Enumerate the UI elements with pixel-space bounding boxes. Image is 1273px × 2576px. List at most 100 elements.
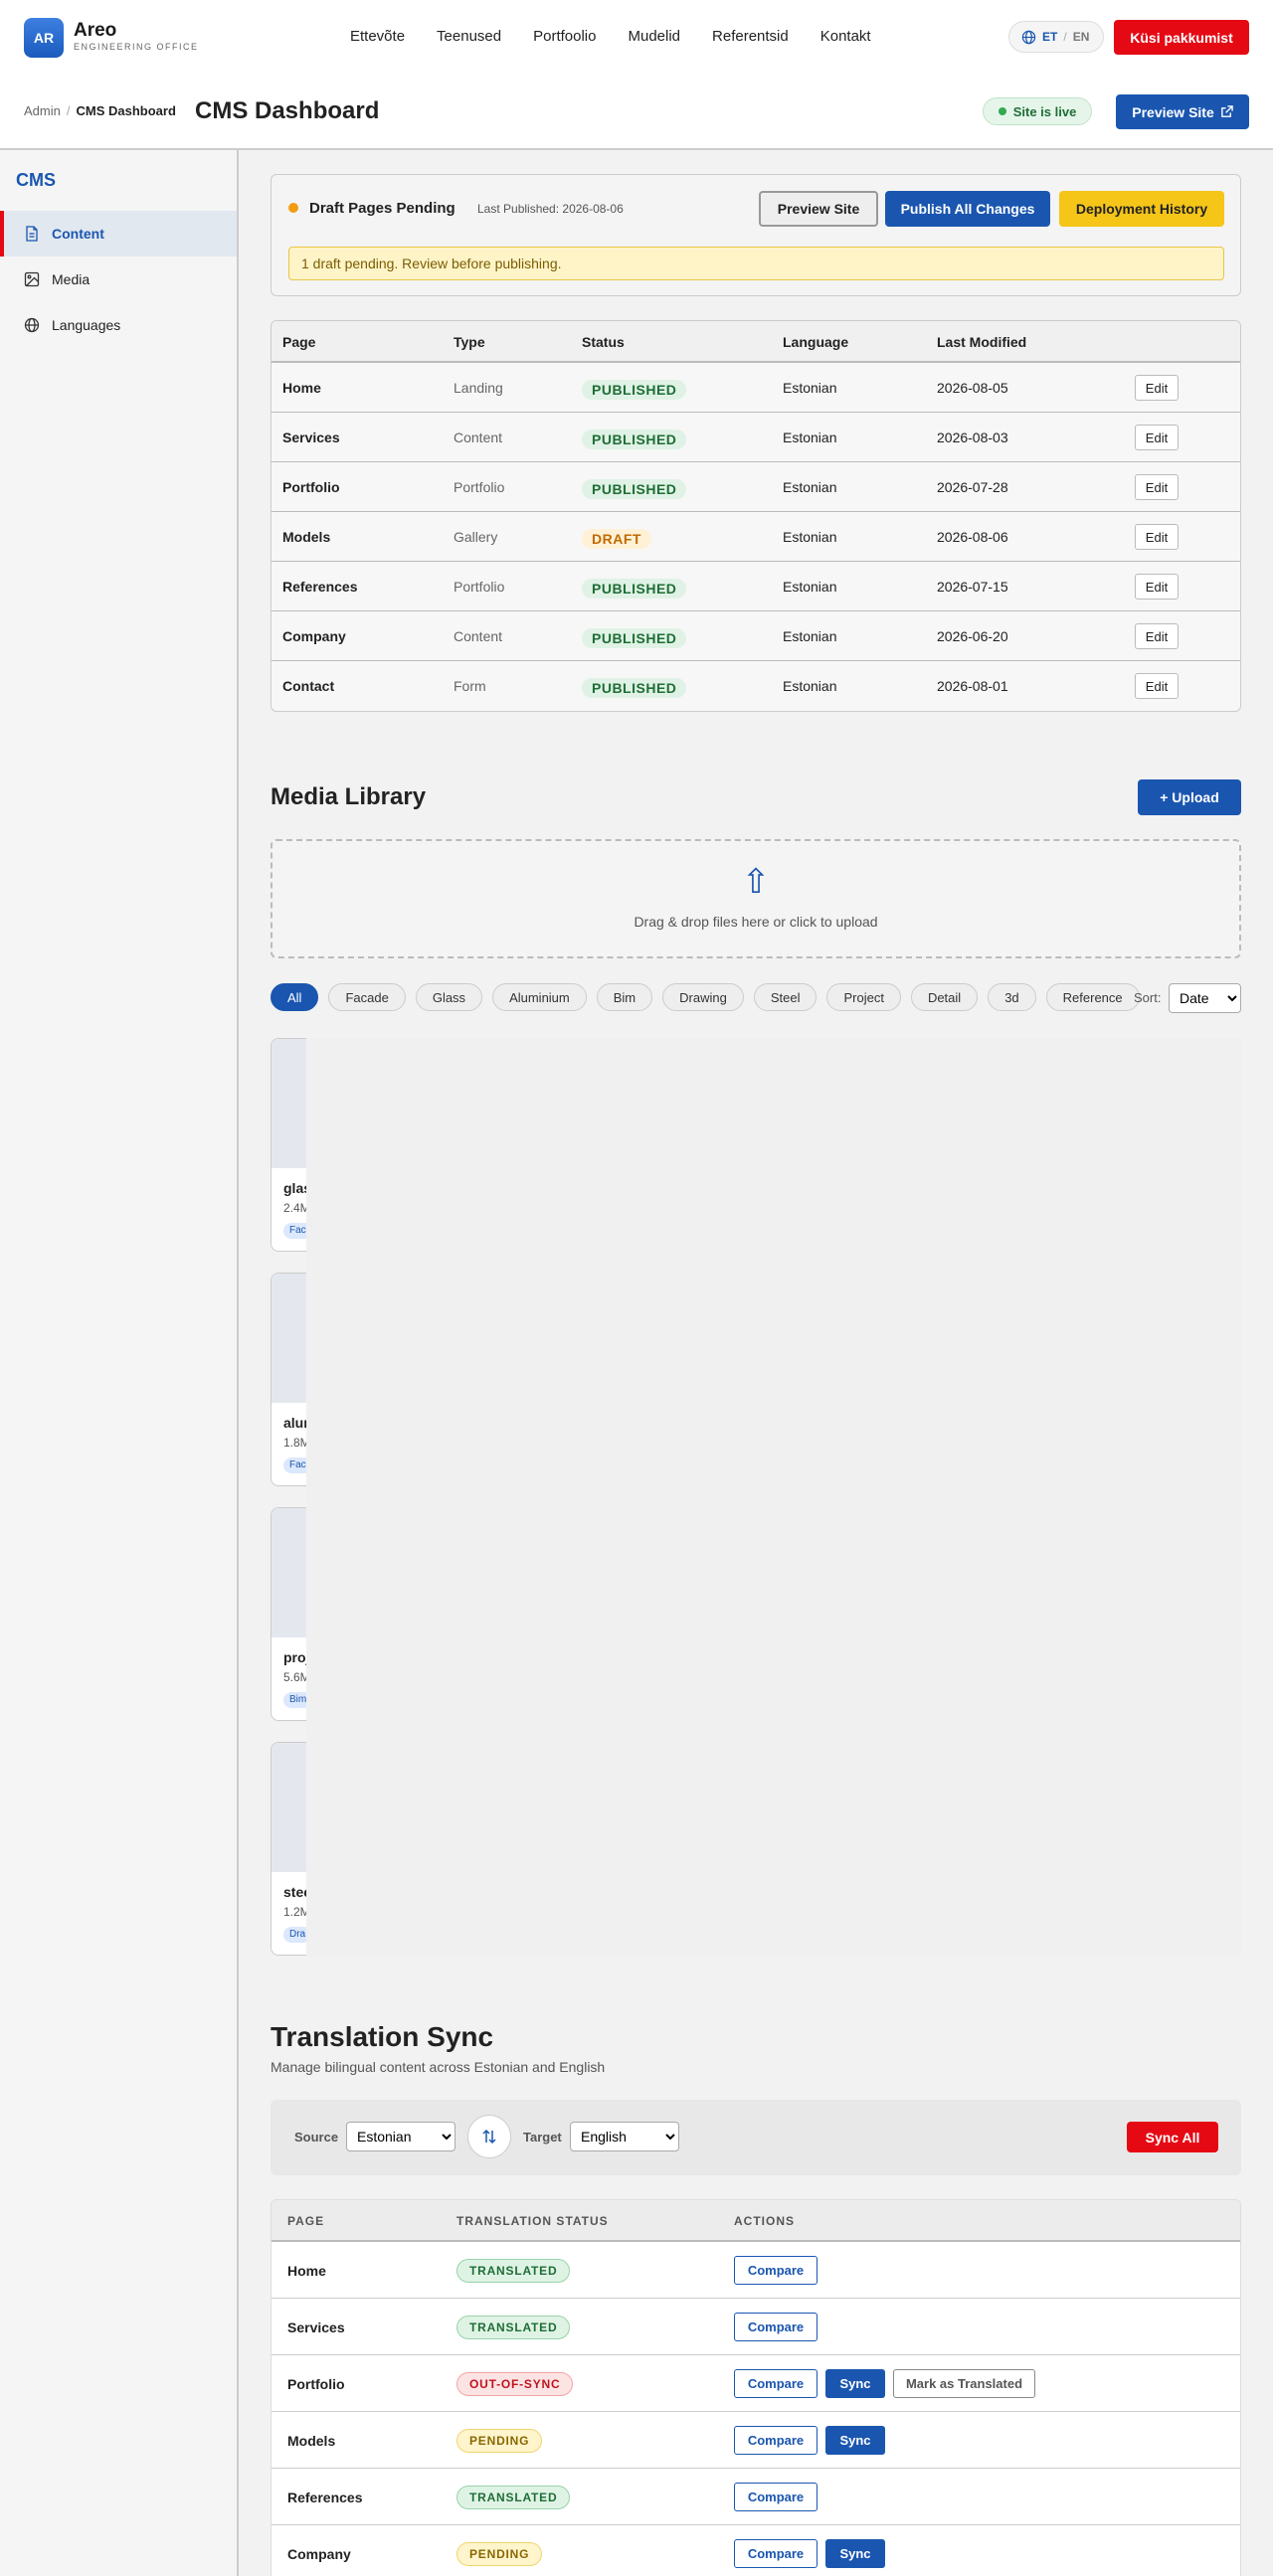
nav-link-references[interactable]: Referentsid xyxy=(712,28,789,45)
column-header[interactable]: Status xyxy=(582,334,625,350)
table-row: Models Gallery DRAFT Estonian 2026-08-06 Edit xyxy=(272,512,1240,562)
live-status-text: Site is live xyxy=(1012,103,1077,119)
edit-button[interactable]: Edit xyxy=(1135,425,1179,450)
page-type: Gallery xyxy=(454,529,498,545)
pages-table: Page Type Status Language Last Modified … xyxy=(271,320,1241,712)
page-language: Estonian xyxy=(783,529,837,545)
page-last-modified: 2026-08-03 xyxy=(937,429,1008,445)
compare-button[interactable]: Compare xyxy=(734,2539,818,2568)
media-card[interactable]: proj 5.6M Bim xyxy=(271,1507,310,1721)
publish-all-button[interactable]: Publish All Changes xyxy=(885,191,1050,227)
sync-button[interactable]: Sync xyxy=(825,2539,885,2568)
main-content: Draft Pages Pending Last Published: 2026… xyxy=(239,150,1273,2576)
compare-button[interactable]: Compare xyxy=(734,2483,818,2511)
filter-chip-project[interactable]: Project xyxy=(826,983,901,1011)
sidebar-item-languages[interactable]: Languages xyxy=(0,302,237,348)
edit-button[interactable]: Edit xyxy=(1135,623,1179,649)
page-language: Estonian xyxy=(783,380,837,396)
page-language: Estonian xyxy=(783,579,837,595)
draft-preview-button[interactable]: Preview Site xyxy=(759,191,878,227)
translation-page-name: Models xyxy=(287,2433,336,2449)
filter-chip-detail[interactable]: Detail xyxy=(910,983,979,1011)
draft-alert: 1 draft pending. Review before publishin… xyxy=(288,247,1224,280)
status-badge: PUBLISHED xyxy=(582,429,687,449)
request-quote-button[interactable]: Küsi pakkumist xyxy=(1114,20,1249,55)
column-header[interactable]: Type xyxy=(454,334,485,350)
nav-link-services[interactable]: Teenused xyxy=(437,28,501,45)
table-row: Models PENDING Compare Sync xyxy=(272,2412,1240,2469)
translation-status-badge: OUT-OF-SYNC xyxy=(456,2372,574,2396)
edit-button[interactable]: Edit xyxy=(1135,673,1179,699)
brand-name[interactable]: Areo xyxy=(74,20,116,42)
sync-all-button[interactable]: Sync All xyxy=(1127,2122,1218,2152)
edit-button[interactable]: Edit xyxy=(1135,474,1179,500)
filter-chip-glass[interactable]: Glass xyxy=(415,983,483,1011)
lang-separator: / xyxy=(1063,30,1067,44)
language-switcher[interactable]: ET / EN xyxy=(1008,21,1104,53)
filter-chip-facade[interactable]: Facade xyxy=(328,983,406,1011)
filter-chip-3d[interactable]: 3d xyxy=(988,983,1036,1011)
edit-button[interactable]: Edit xyxy=(1135,524,1179,550)
nav-link-contact[interactable]: Kontakt xyxy=(820,28,871,45)
upload-button[interactable]: + Upload xyxy=(1138,779,1241,815)
translation-status-badge: TRANSLATED xyxy=(456,2486,571,2509)
page-last-modified: 2026-08-05 xyxy=(937,380,1008,396)
preview-site-button[interactable]: Preview Site xyxy=(1116,94,1249,129)
source-language-select[interactable]: Estonian xyxy=(346,2122,455,2151)
compare-button[interactable]: Compare xyxy=(734,2256,818,2285)
filter-chip-bim[interactable]: Bim xyxy=(596,983,653,1011)
page-name: Models xyxy=(282,529,331,545)
media-card[interactable]: alun 1.8M Fac xyxy=(271,1273,310,1486)
page-type: Form xyxy=(454,678,486,694)
sync-button[interactable]: Sync xyxy=(825,2426,885,2455)
lang-option-en[interactable]: EN xyxy=(1073,30,1090,44)
page-title: CMS Dashboard xyxy=(195,97,380,124)
swap-languages-button[interactable] xyxy=(467,2115,511,2158)
deployment-history-button[interactable]: Deployment History xyxy=(1059,191,1224,227)
globe-icon xyxy=(24,317,40,333)
page-type: Portfolio xyxy=(454,479,505,495)
upload-dropzone[interactable]: ⇧ Drag & drop files here or click to upl… xyxy=(271,839,1241,958)
media-card[interactable]: stee 1.2M Dra xyxy=(271,1742,310,1956)
filter-chip-aluminium[interactable]: Aluminium xyxy=(492,983,587,1011)
external-link-icon xyxy=(1220,105,1233,117)
table-row: References TRANSLATED Compare xyxy=(272,2469,1240,2525)
breadcrumb-separator: / xyxy=(66,103,71,118)
page-type: Content xyxy=(454,429,503,445)
sync-button[interactable]: Sync xyxy=(825,2369,885,2398)
compare-button[interactable]: Compare xyxy=(734,2313,818,2341)
table-row: Portfolio Portfolio PUBLISHED Estonian 2026-… xyxy=(272,462,1240,512)
edit-button[interactable]: Edit xyxy=(1135,574,1179,600)
mark-translated-button[interactable]: Mark as Translated xyxy=(893,2369,1035,2398)
sidebar-item-content[interactable]: Content xyxy=(0,211,237,257)
target-language-select[interactable]: English xyxy=(570,2122,679,2151)
page-last-modified: 2026-07-28 xyxy=(937,479,1008,495)
translation-page-name: Company xyxy=(287,2546,351,2562)
logo-mark[interactable]: AR xyxy=(24,18,64,58)
nav-link-company[interactable]: Ettevõte xyxy=(350,28,405,45)
column-header[interactable]: Page xyxy=(282,334,315,350)
sidebar: CMS Content Media Languages xyxy=(0,150,239,2576)
nav-link-portfolio[interactable]: Portfoolio xyxy=(533,28,596,45)
compare-button[interactable]: Compare xyxy=(734,2369,818,2398)
sort-select[interactable]: Date xyxy=(1169,983,1241,1013)
breadcrumb-admin[interactable]: Admin xyxy=(24,103,61,118)
status-badge: PUBLISHED xyxy=(582,380,687,400)
sidebar-item-label: Media xyxy=(52,271,91,287)
status-badge: PUBLISHED xyxy=(582,678,687,698)
edit-button[interactable]: Edit xyxy=(1135,375,1179,401)
media-card[interactable]: glas 2.4M Fac xyxy=(271,1038,310,1252)
page-language: Estonian xyxy=(783,678,837,694)
column-header[interactable]: Last Modified xyxy=(937,334,1026,350)
filter-chip-steel[interactable]: Steel xyxy=(753,983,818,1011)
nav-link-models[interactable]: Mudelid xyxy=(628,28,680,45)
column-header[interactable]: Language xyxy=(783,334,848,350)
table-row: Company Content PUBLISHED Estonian 2026-06-2… xyxy=(272,611,1240,661)
lang-option-et[interactable]: ET xyxy=(1042,30,1057,44)
compare-button[interactable]: Compare xyxy=(734,2426,818,2455)
filter-chip-reference[interactable]: Reference xyxy=(1045,983,1140,1011)
sidebar-item-media[interactable]: Media xyxy=(0,257,237,302)
filter-chip-drawing[interactable]: Drawing xyxy=(662,983,744,1011)
translation-table: PAGE TRANSLATION STATUS ACTIONS Home TRAN… xyxy=(271,2199,1241,2576)
filter-chip-all[interactable]: All xyxy=(271,983,319,1011)
